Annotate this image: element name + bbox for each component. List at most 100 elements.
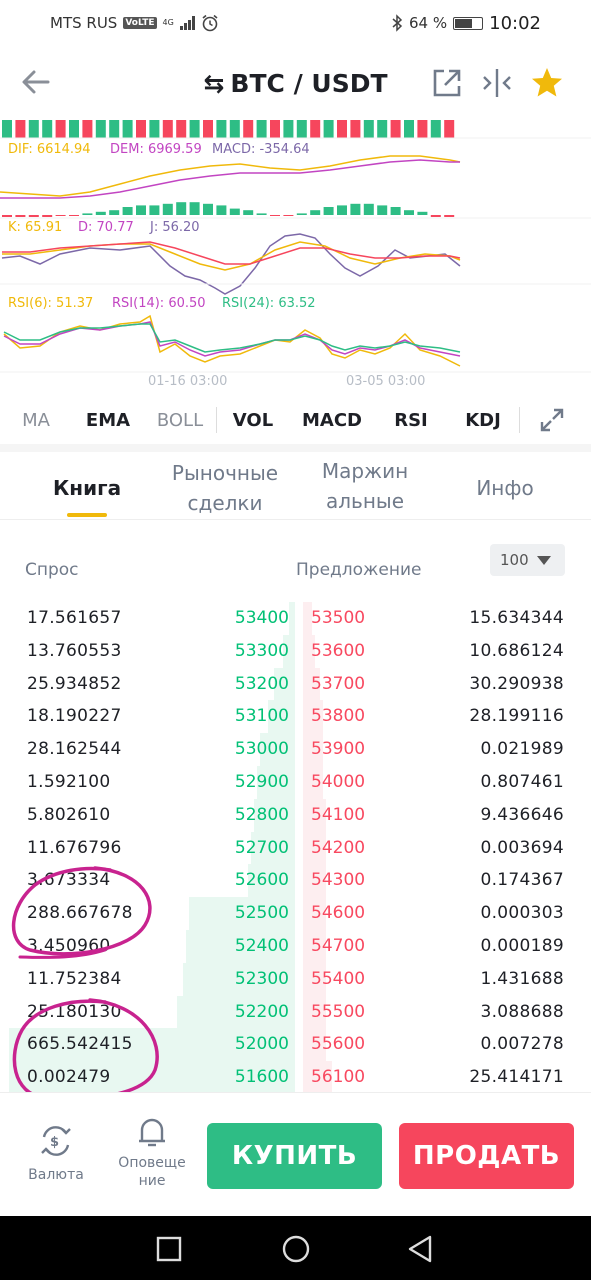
rsi6-line — [3, 314, 461, 367]
order-book-row[interactable]: 665.542415 52000 55600 0.007278 — [0, 1028, 591, 1062]
star-icon[interactable] — [530, 66, 564, 100]
order-book-row[interactable]: 3.673334 52600 54300 0.174367 — [0, 864, 591, 898]
volume-bar — [82, 120, 93, 138]
macd-histogram-bar — [229, 208, 240, 215]
pair-header: ⇆ BTC / USDT — [0, 54, 591, 116]
currency-exchange-icon: $ — [41, 1126, 71, 1156]
volume-bar — [149, 120, 160, 138]
macd-histogram-bar — [310, 210, 321, 215]
ask-quantity: 30.290938 — [469, 673, 564, 694]
order-book-header: Спрос Предложение 100 — [0, 540, 591, 596]
ask-quantity: 0.807461 — [480, 772, 564, 792]
order-book-row[interactable]: 11.752384 52300 55400 1.431688 — [0, 962, 591, 996]
order-book-row[interactable]: 5.802610 52800 54100 9.436646 — [0, 798, 591, 832]
order-book-row[interactable]: 18.190227 53100 53800 28.199116 — [0, 700, 591, 734]
macd-histogram-bar — [122, 207, 133, 215]
alerts-button[interactable]: Оповеще ние — [112, 1113, 192, 1189]
tab-order-book[interactable]: Книга — [46, 473, 128, 503]
bid-price: 52300 — [234, 968, 289, 989]
volume-bar — [256, 120, 267, 138]
depth-value: 100 — [500, 551, 529, 569]
macd-histogram-bar — [350, 203, 361, 215]
order-book-row[interactable]: 0.002479 51600 56100 25.414171 — [0, 1061, 591, 1094]
ask-price: 54000 — [311, 772, 366, 792]
pair-label: BTC / USDT — [230, 69, 388, 98]
volume-bar — [42, 120, 53, 138]
volume-bar — [122, 120, 133, 138]
back-icon[interactable] — [406, 1234, 434, 1264]
indicator-kdj[interactable]: KDJ — [447, 410, 519, 431]
bid-price: 52200 — [234, 1001, 289, 1022]
macd-histogram-bar — [55, 215, 66, 216]
bid-quantity: 11.676796 — [27, 837, 122, 858]
volume-bar — [109, 120, 120, 138]
bid-price: 53100 — [234, 706, 289, 727]
order-book-row[interactable]: 11.676796 52700 54200 0.003694 — [0, 831, 591, 865]
bid-quantity: 1.592100 — [27, 772, 111, 792]
indicator-ema[interactable]: EMA — [72, 410, 144, 431]
indicator-ma[interactable]: MA — [0, 410, 72, 431]
fullscreen-icon[interactable] — [539, 407, 565, 433]
order-book-row[interactable]: 25.934852 53200 53700 30.290938 — [0, 667, 591, 701]
ask-price: 56100 — [311, 1067, 366, 1088]
home-icon[interactable] — [281, 1234, 311, 1264]
tab-margin[interactable]: Маржин альные — [305, 456, 425, 516]
volume-bars — [2, 120, 455, 138]
macd-histogram-bar — [109, 210, 120, 215]
macd-histogram-bar — [189, 202, 200, 215]
volume-bar — [136, 120, 146, 138]
ask-price: 55600 — [311, 1034, 366, 1055]
recent-apps-icon[interactable] — [156, 1236, 182, 1262]
order-book-row[interactable]: 25.180130 52200 55500 3.088688 — [0, 995, 591, 1029]
volume-bar — [55, 120, 66, 138]
volume-bar — [377, 120, 388, 138]
macd-histogram-bar — [444, 215, 455, 217]
volume-bar — [337, 120, 347, 138]
macd-histogram-bar — [390, 207, 401, 215]
volume-bar — [28, 120, 39, 138]
indicator-chart[interactable]: DIF: 6614.94 DEM: 6969.59 MACD: -354.64 … — [0, 118, 591, 390]
macd-histogram-bar — [82, 213, 93, 215]
sell-button[interactable]: ПРОДАТЬ — [399, 1123, 574, 1189]
macd-histogram-bar — [404, 210, 414, 215]
order-book-row[interactable]: 3.450960 52400 54700 0.000189 — [0, 930, 591, 963]
rsi14-label: RSI(14): 60.50 — [112, 296, 206, 311]
bid-price: 53200 — [234, 673, 289, 694]
volume-bar — [15, 120, 26, 138]
rsi14-line — [3, 321, 461, 357]
bid-quantity: 17.561657 — [27, 608, 122, 628]
order-book-row[interactable]: 13.760553 53300 53600 10.686124 — [0, 634, 591, 668]
macd-label: MACD: -354.64 — [212, 142, 310, 157]
order-book-row[interactable]: 288.667678 52500 54600 0.000303 — [0, 897, 591, 930]
volume-bar — [69, 120, 79, 138]
volume-bar — [216, 120, 227, 138]
x-tick-2: 03-05 03:00 — [346, 374, 425, 389]
depth-select[interactable]: 100 — [490, 544, 565, 576]
indicator-rsi[interactable]: RSI — [375, 410, 447, 431]
bid-price: 52600 — [234, 870, 289, 891]
bid-quantity: 665.542415 — [27, 1034, 133, 1055]
currency-button[interactable]: $ Валюта — [20, 1123, 92, 1183]
external-link-icon[interactable] — [430, 66, 464, 100]
macd-histogram — [2, 202, 455, 217]
ask-price: 54700 — [311, 936, 366, 956]
volume-bar — [296, 120, 307, 138]
compare-icon[interactable] — [480, 66, 514, 100]
tab-info[interactable]: Инфо — [460, 473, 550, 503]
buy-button[interactable]: КУПИТЬ — [207, 1123, 382, 1189]
tab-label-line2: альные — [326, 489, 404, 513]
ask-quantity: 0.000189 — [480, 936, 564, 956]
order-book-row[interactable]: 17.561657 53400 53500 15.634344 — [0, 602, 591, 635]
indicator-boll[interactable]: BOLL — [144, 410, 216, 431]
volume-bar — [162, 120, 173, 138]
tab-market-trades[interactable]: Рыночные сделки — [160, 458, 290, 518]
bid-quantity: 3.450960 — [27, 936, 111, 956]
x-tick-1: 01-16 03:00 — [148, 374, 227, 389]
order-book-row[interactable]: 28.162544 53000 53900 0.021989 — [0, 733, 591, 766]
indicator-macd[interactable]: MACD — [289, 410, 375, 431]
order-book-row[interactable]: 1.592100 52900 54000 0.807461 — [0, 766, 591, 799]
indicator-vol[interactable]: VOL — [217, 410, 289, 431]
bid-quantity: 0.002479 — [27, 1067, 111, 1088]
macd-histogram-bar — [377, 205, 388, 215]
dem-label: DEM: 6969.59 — [110, 142, 202, 157]
